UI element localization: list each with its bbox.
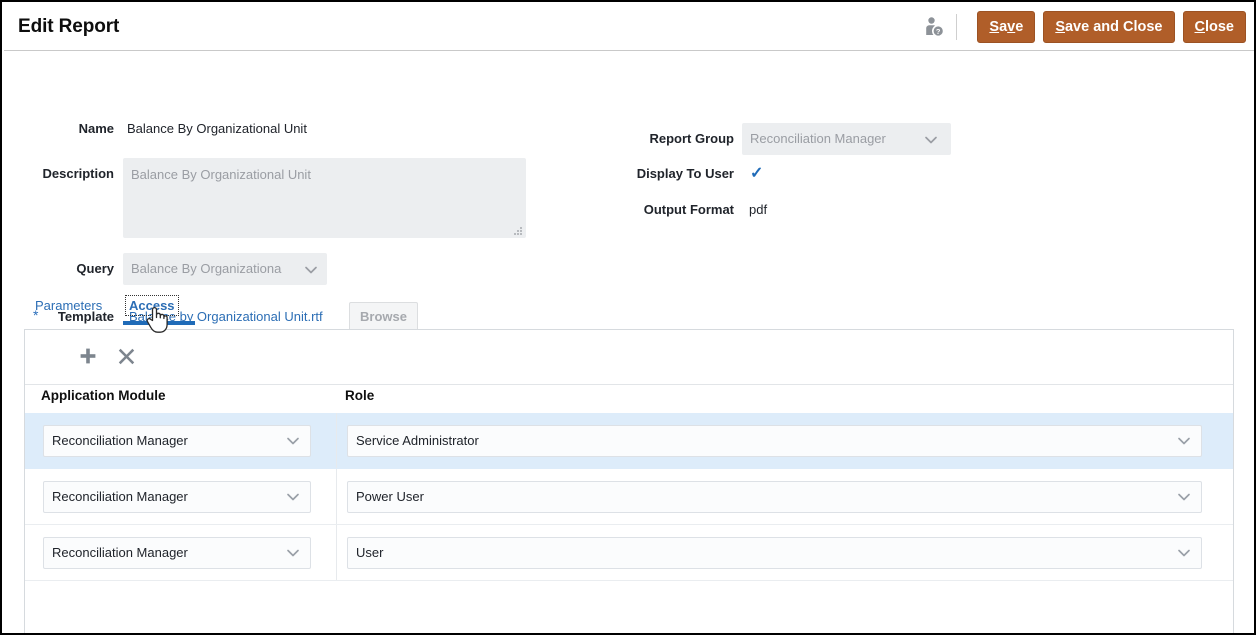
access-table-body: Reconciliation Manager Service Administr… [25,413,1233,581]
add-row-button[interactable] [75,343,101,369]
access-toolbar [25,330,1233,385]
table-row[interactable]: Reconciliation Manager Power User [25,469,1233,525]
chevron-down-icon [285,434,301,448]
tab-parameters[interactable]: Parameters [32,296,105,315]
description-textarea[interactable]: Balance By Organizational Unit [123,158,526,238]
header-divider [956,14,958,40]
row-module-select[interactable]: Reconciliation Manager [43,481,311,513]
name-value: Balance By Organizational Unit [127,121,307,136]
report-group-select[interactable]: Reconciliation Manager [742,123,951,155]
chevron-down-icon [923,133,939,147]
display-to-user-label: Display To User [636,166,734,181]
table-row[interactable]: Reconciliation Manager Service Administr… [25,413,1233,469]
edit-report-window: Edit Report ? Save Save and Close Close … [0,0,1256,635]
chevron-down-icon [1176,490,1192,504]
description-label: Description [42,166,114,181]
header-actions: ? Save Save and Close Close [920,11,1246,43]
column-header-role: Role [345,388,375,403]
row-module-select[interactable]: Reconciliation Manager [43,425,311,457]
row-module-value: Reconciliation Manager [52,489,188,504]
tab-selected-indicator [123,321,195,325]
query-label: Query [76,261,114,276]
display-to-user-check-icon: ✓ [750,165,764,182]
chevron-down-icon [285,546,301,560]
report-group-label: Report Group [649,131,735,146]
delete-row-button[interactable] [113,343,139,369]
report-form: Name Balance By Organizational Unit Desc… [4,51,1254,331]
save-and-close-button[interactable]: Save and Close [1043,11,1175,43]
tab-access[interactable]: Access [125,295,179,316]
output-format-value: pdf [749,202,768,217]
tab-bar: Parameters Access [4,295,1254,325]
description-placeholder: Balance By Organizational Unit [131,167,311,182]
page-title: Edit Report [18,16,120,37]
row-module-select[interactable]: Reconciliation Manager [43,537,311,569]
row-role-value: Service Administrator [356,433,479,448]
column-divider [336,525,337,580]
column-divider [336,413,337,468]
chevron-down-icon [1176,546,1192,560]
name-label: Name [78,121,114,136]
row-role-select[interactable]: Service Administrator [347,425,1202,457]
svg-text:?: ? [936,27,941,36]
row-role-select[interactable]: Power User [347,481,1202,513]
chevron-down-icon [285,490,301,504]
row-role-value: Power User [356,489,424,504]
user-help-icon[interactable]: ? [920,12,948,42]
chevron-down-icon [303,263,319,277]
column-divider [336,469,337,524]
save-button[interactable]: Save [977,11,1036,43]
close-button[interactable]: Close [1182,11,1246,43]
chevron-down-icon [1176,434,1192,448]
row-role-value: User [356,545,384,560]
query-select[interactable]: Balance By Organizationa [123,253,327,285]
output-format-label: Output Format [643,202,734,217]
row-module-value: Reconciliation Manager [52,433,188,448]
report-group-value: Reconciliation Manager [750,131,886,146]
table-row[interactable]: Reconciliation Manager User [25,525,1233,581]
resize-grip-icon[interactable] [512,225,522,235]
page-header: Edit Report ? Save Save and Close Close [4,4,1254,51]
row-module-value: Reconciliation Manager [52,545,188,560]
row-role-select[interactable]: User [347,537,1202,569]
access-panel: Application Module Role Reconciliation M… [24,329,1234,633]
table-header: Application Module Role [25,385,1233,413]
column-header-application-module: Application Module [41,388,166,403]
query-select-value: Balance By Organizationa [131,261,282,276]
